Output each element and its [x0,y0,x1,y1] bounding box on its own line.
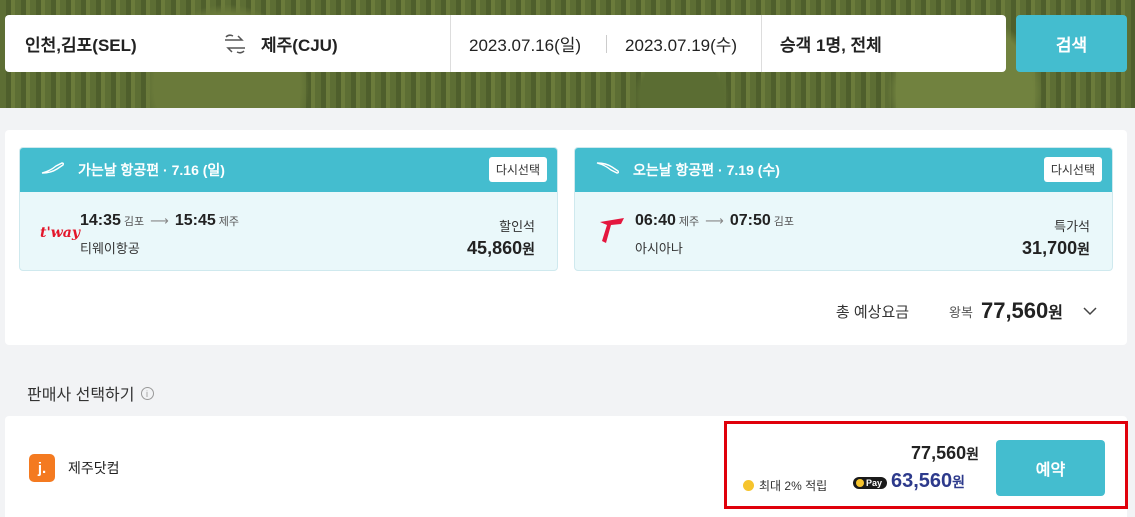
pay-price: 63,560원 [891,470,965,493]
coin-icon [743,480,754,491]
seller-price: 77,560원 [911,443,979,464]
outbound-header-text: 가는날 항공편 · 7.16 (일) [78,162,225,178]
outbound-seat-class: 할인석 [499,219,535,234]
pay-badge-text: Pay [866,478,883,488]
inbound-body: 06:40 제주 ⟶ 07:50 김포 아시아나 특가석 31,700원 [575,192,1112,270]
total-amount: 77,560원 [981,298,1063,324]
inbound-flight-card: 오는날 항공편 · 7.19 (수) 다시선택 06:40 제주 ⟶ 07:50… [574,147,1113,271]
outbound-price-value: 45,860 [467,238,523,258]
outbound-airline: 티웨이항공 [80,241,140,256]
date-divider [606,34,608,53]
outbound-reselect-button[interactable]: 다시선택 [488,157,547,182]
date-field[interactable]: 2023.07.16(일) 2023.07.19(수) [450,15,762,72]
inbound-price: 31,700원 [1022,238,1090,259]
selected-flights-panel: 가는날 항공편 · 7.16 (일) 다시선택 t'way 14:35 김포 ⟶… [5,130,1127,345]
swap-icon[interactable] [215,15,255,72]
inbound-price-value: 31,700 [1022,238,1078,258]
inbound-dep-airport: 제주 [678,216,700,228]
takeoff-icon [40,161,66,180]
total-currency: 원 [1048,305,1063,322]
inbound-reselect-button[interactable]: 다시선택 [1043,157,1102,182]
search-button[interactable]: 검색 [1016,15,1127,72]
total-amount-value: 77,560 [980,298,1049,323]
jeju-dotcom-logo: j. [29,454,55,482]
asiana-logo [597,216,627,246]
inbound-seat-class: 특가석 [1054,219,1090,234]
outbound-price: 45,860원 [467,238,535,259]
inbound-header-text: 오는날 항공편 · 7.19 (수) [633,162,780,178]
landing-icon [595,161,621,180]
inbound-airline: 아시아나 [635,241,683,256]
inbound-arr-airport: 김포 [773,216,794,228]
trip-type: 왕복 [949,304,973,320]
info-icon[interactable]: i [140,386,154,400]
outbound-times: 14:35 김포 ⟶ 15:45 제주 [80,212,239,230]
depart-date: 2023.07.16(일) [469,36,582,55]
search-bar: 인천,김포(SEL) 제주(CJU) 2023.07.16(일) 2023.07… [5,15,1006,72]
inbound-dep-time: 06:40 [635,212,676,229]
arrow-right-icon: ⟶ [150,213,169,228]
chevron-down-icon[interactable] [1083,303,1097,319]
inbound-header: 오는날 항공편 · 7.19 (수) 다시선택 [575,148,1112,192]
return-date: 2023.07.19(수) [625,36,738,55]
seller-name: 제주닷컴 [68,460,120,476]
outbound-body: t'way 14:35 김포 ⟶ 15:45 제주 티웨이항공 할인석 45,8… [20,192,557,270]
inbound-price-currency: 원 [1077,241,1090,257]
seller-price-value: 77,560 [911,443,967,463]
total-label: 총 예상요금 [835,303,910,321]
inbound-arr-time: 07:50 [729,212,771,229]
pay-coin-icon [856,479,864,487]
passenger-field[interactable]: 승객 1명, 전체 [762,15,882,72]
outbound-arr-airport: 제주 [218,216,239,228]
reward-text: 최대 2% 적립 [759,479,828,493]
inbound-times: 06:40 제주 ⟶ 07:50 김포 [635,212,794,230]
total-fare-toggle[interactable]: 총 예상요금 왕복 77,560원 [836,298,1097,324]
tway-logo: t'way [40,225,81,241]
outbound-price-currency: 원 [522,241,535,257]
destination-field[interactable]: 제주(CJU) [255,15,450,72]
arrow-right-icon: ⟶ [705,213,724,228]
outbound-flight-card: 가는날 항공편 · 7.16 (일) 다시선택 t'way 14:35 김포 ⟶… [19,147,558,271]
outbound-arr-time: 15:45 [174,212,216,229]
seller-section-title: 판매사 선택하기 i [27,381,154,405]
outbound-dep-airport: 김포 [123,216,145,228]
reward-info: 최대 2% 적립 [743,477,827,494]
pay-price-currency: 원 [952,474,966,490]
seller-price-currency: 원 [966,446,979,462]
pay-badge: Pay [853,477,888,489]
book-button[interactable]: 예약 [996,440,1105,496]
seller-title-text: 판매사 선택하기 [27,387,135,404]
outbound-dep-time: 14:35 [80,212,121,229]
pay-price-value: 63,560 [891,470,953,492]
outbound-header: 가는날 항공편 · 7.16 (일) 다시선택 [20,148,557,192]
origin-field[interactable]: 인천,김포(SEL) [5,15,215,72]
